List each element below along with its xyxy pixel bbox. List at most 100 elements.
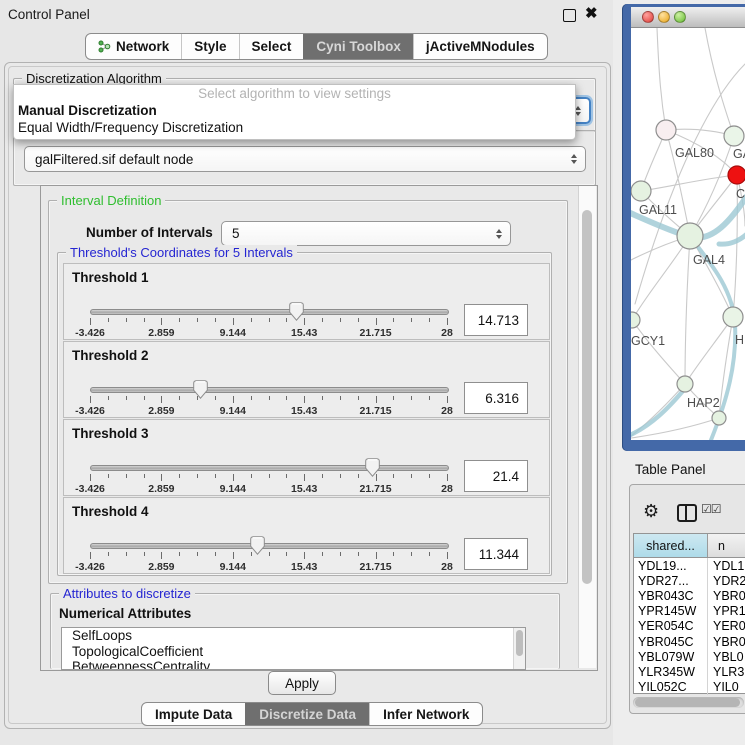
network-graph: GAL80GAL11GAL4GCY1HAP2GACH xyxy=(631,28,745,440)
tab-style[interactable]: Style xyxy=(181,34,238,59)
table-row[interactable]: YDL19...YDL1 xyxy=(634,558,745,573)
zoom-traffic-light-icon[interactable] xyxy=(674,11,686,23)
slider-thumb[interactable] xyxy=(365,458,380,477)
slider-track[interactable] xyxy=(90,543,449,549)
slider-tick-labels: -3.4262.8599.14415.4321.71528 xyxy=(90,405,447,417)
tick-label: 15.43 xyxy=(291,405,317,417)
numerical-attribute-item-topologicalcoefficient[interactable]: TopologicalCoefficient xyxy=(62,644,525,660)
tick-label: 21.715 xyxy=(360,483,392,495)
bottom-tab-discretize-data[interactable]: Discretize Data xyxy=(245,703,369,725)
cell-shared-name: YDR27... xyxy=(634,573,708,588)
numerical-attributes-list[interactable]: SelfLoopsTopologicalCoefficientBetweenne… xyxy=(61,627,526,670)
checkbox-icons[interactable]: ☑☑ xyxy=(701,502,721,516)
bottom-tab-infer-network[interactable]: Infer Network xyxy=(369,703,482,725)
minimize-traffic-light-icon[interactable] xyxy=(658,11,670,23)
table-row[interactable]: YPR145WYPR1 xyxy=(634,604,745,619)
table-row[interactable]: YLR345WYLR3 xyxy=(634,664,745,679)
table-row[interactable]: YDR27...YDR2 xyxy=(634,573,745,588)
threshold-label: Threshold 2 xyxy=(72,348,149,363)
tab-label: jActiveMNodules xyxy=(426,39,535,54)
scrollbar-thumb[interactable] xyxy=(516,630,523,656)
number-of-intervals-label: Number of Intervals xyxy=(86,225,213,240)
columns-icon[interactable] xyxy=(677,504,697,522)
network-edge xyxy=(632,320,685,384)
network-canvas[interactable]: GAL80GAL11GAL4GCY1HAP2GACH xyxy=(631,28,745,440)
bottom-tab-impute-data[interactable]: Impute Data xyxy=(142,703,245,725)
table-row[interactable]: YIL052CYIL0 xyxy=(634,680,745,695)
apply-button[interactable]: Apply xyxy=(268,671,336,695)
cell-name: YER0 xyxy=(708,619,745,634)
threshold-panel-1: Threshold 1-3.4262.8599.14415.4321.71528… xyxy=(63,263,550,340)
threshold-value-field[interactable]: 21.4 xyxy=(464,460,528,492)
numerical-attribute-item-betweennesscentrality[interactable]: BetweennessCentrality xyxy=(62,659,525,670)
slider-thumb[interactable] xyxy=(193,380,208,399)
tab-network[interactable]: Network xyxy=(86,34,181,59)
network-window: GAL80GAL11GAL4GCY1HAP2GACH xyxy=(622,4,745,451)
table-row[interactable]: YER054CYER0 xyxy=(634,619,745,634)
float-window-icon[interactable] xyxy=(563,9,576,22)
vertical-scrollbar[interactable] xyxy=(578,186,596,668)
table-row[interactable]: YBL079WYBL0 xyxy=(634,649,745,664)
popup-options: Manual DiscretizationEqual Width/Frequen… xyxy=(14,102,575,136)
table-data-dropdown[interactable]: galFiltered.sif default node xyxy=(24,146,586,172)
tab-label: Select xyxy=(252,39,292,54)
attributes-group: Attributes to discretize Numerical Attri… xyxy=(50,593,560,669)
threshold-value-field[interactable]: 11.344 xyxy=(464,538,528,570)
table-row[interactable]: YBR045CYBR0 xyxy=(634,634,745,649)
network-edge xyxy=(719,234,745,244)
tick-label: 28 xyxy=(441,327,453,339)
threshold-label: Threshold 4 xyxy=(72,504,149,519)
popup-placeholder: Select algorithm to view settings xyxy=(14,85,575,102)
thresholds-group: Threshold's Coordinates for 5 Intervals … xyxy=(57,252,552,576)
tick-label: 9.144 xyxy=(220,483,246,495)
scrollbar-thumb[interactable] xyxy=(635,698,740,707)
network-window-titlebar[interactable] xyxy=(631,7,745,28)
tab-jactivemnodules[interactable]: jActiveMNodules xyxy=(413,34,547,59)
numerical-attribute-item-selfloops[interactable]: SelfLoops xyxy=(62,628,525,644)
network-node-node-h[interactable] xyxy=(723,307,743,327)
cell-shared-name: YDL19... xyxy=(634,558,708,573)
slider-tick-labels: -3.4262.8599.14415.4321.71528 xyxy=(90,561,447,573)
algorithm-option-equal-width-frequency-discretization[interactable]: Equal Width/Frequency Discretization xyxy=(14,119,575,136)
tick-label: 28 xyxy=(441,561,453,573)
stepper-arrows-icon xyxy=(496,229,502,239)
network-node-node-selected-red[interactable] xyxy=(728,166,745,184)
threshold-value-field[interactable]: 14.713 xyxy=(464,304,528,336)
close-traffic-light-icon[interactable] xyxy=(642,11,654,23)
threshold-panel-4: Threshold 4 -3.4262.8599.14415.4321.71528… xyxy=(63,497,550,574)
close-icon[interactable]: ✖ xyxy=(585,4,598,22)
tab-cyni-toolbox[interactable]: Cyni Toolbox xyxy=(303,34,413,59)
slider-track[interactable] xyxy=(90,465,449,471)
threshold-panel-3: Threshold 3-3.4262.8599.14415.4321.71528… xyxy=(63,419,550,496)
tick-label: 9.144 xyxy=(220,327,246,339)
slider-track[interactable] xyxy=(90,387,449,393)
slider-thumb[interactable] xyxy=(250,536,265,555)
column-header-1[interactable]: shared... xyxy=(634,534,708,557)
tick-label: 2.859 xyxy=(148,405,174,417)
bottom-tab-bar: Impute DataDiscretize DataInfer Network xyxy=(141,702,483,726)
list-scrollbar[interactable] xyxy=(513,628,525,669)
column-header-2[interactable]: n xyxy=(708,534,745,557)
threshold-value-field[interactable]: 6.316 xyxy=(464,382,528,414)
horizontal-scrollbar[interactable] xyxy=(633,697,744,708)
number-of-intervals-dropdown[interactable]: 5 xyxy=(221,221,511,246)
tick-label: 2.859 xyxy=(148,561,174,573)
tab-select[interactable]: Select xyxy=(239,34,304,59)
network-node-gal4[interactable] xyxy=(677,223,703,249)
table-panel-title: Table Panel xyxy=(635,462,706,477)
network-node-gal80[interactable] xyxy=(656,120,676,140)
algorithm-option-manual-discretization[interactable]: Manual Discretization xyxy=(14,102,575,119)
cell-shared-name: YIL052C xyxy=(634,680,708,695)
slider-thumb[interactable] xyxy=(289,302,304,321)
network-node-gal11[interactable] xyxy=(631,181,651,201)
cell-shared-name: YLR345W xyxy=(634,664,708,679)
scrollbar-thumb[interactable] xyxy=(582,210,592,584)
network-node-node-bottom-right[interactable] xyxy=(712,411,726,425)
table-row[interactable]: YBR043CYBR0 xyxy=(634,588,745,603)
slider-track[interactable] xyxy=(90,309,449,315)
network-edge xyxy=(685,317,733,384)
network-node-hap2[interactable] xyxy=(677,376,693,392)
network-node-node-top-right[interactable] xyxy=(724,126,744,146)
gear-icon[interactable]: ⚙ xyxy=(643,501,659,521)
network-node-gcy1[interactable] xyxy=(631,312,640,328)
